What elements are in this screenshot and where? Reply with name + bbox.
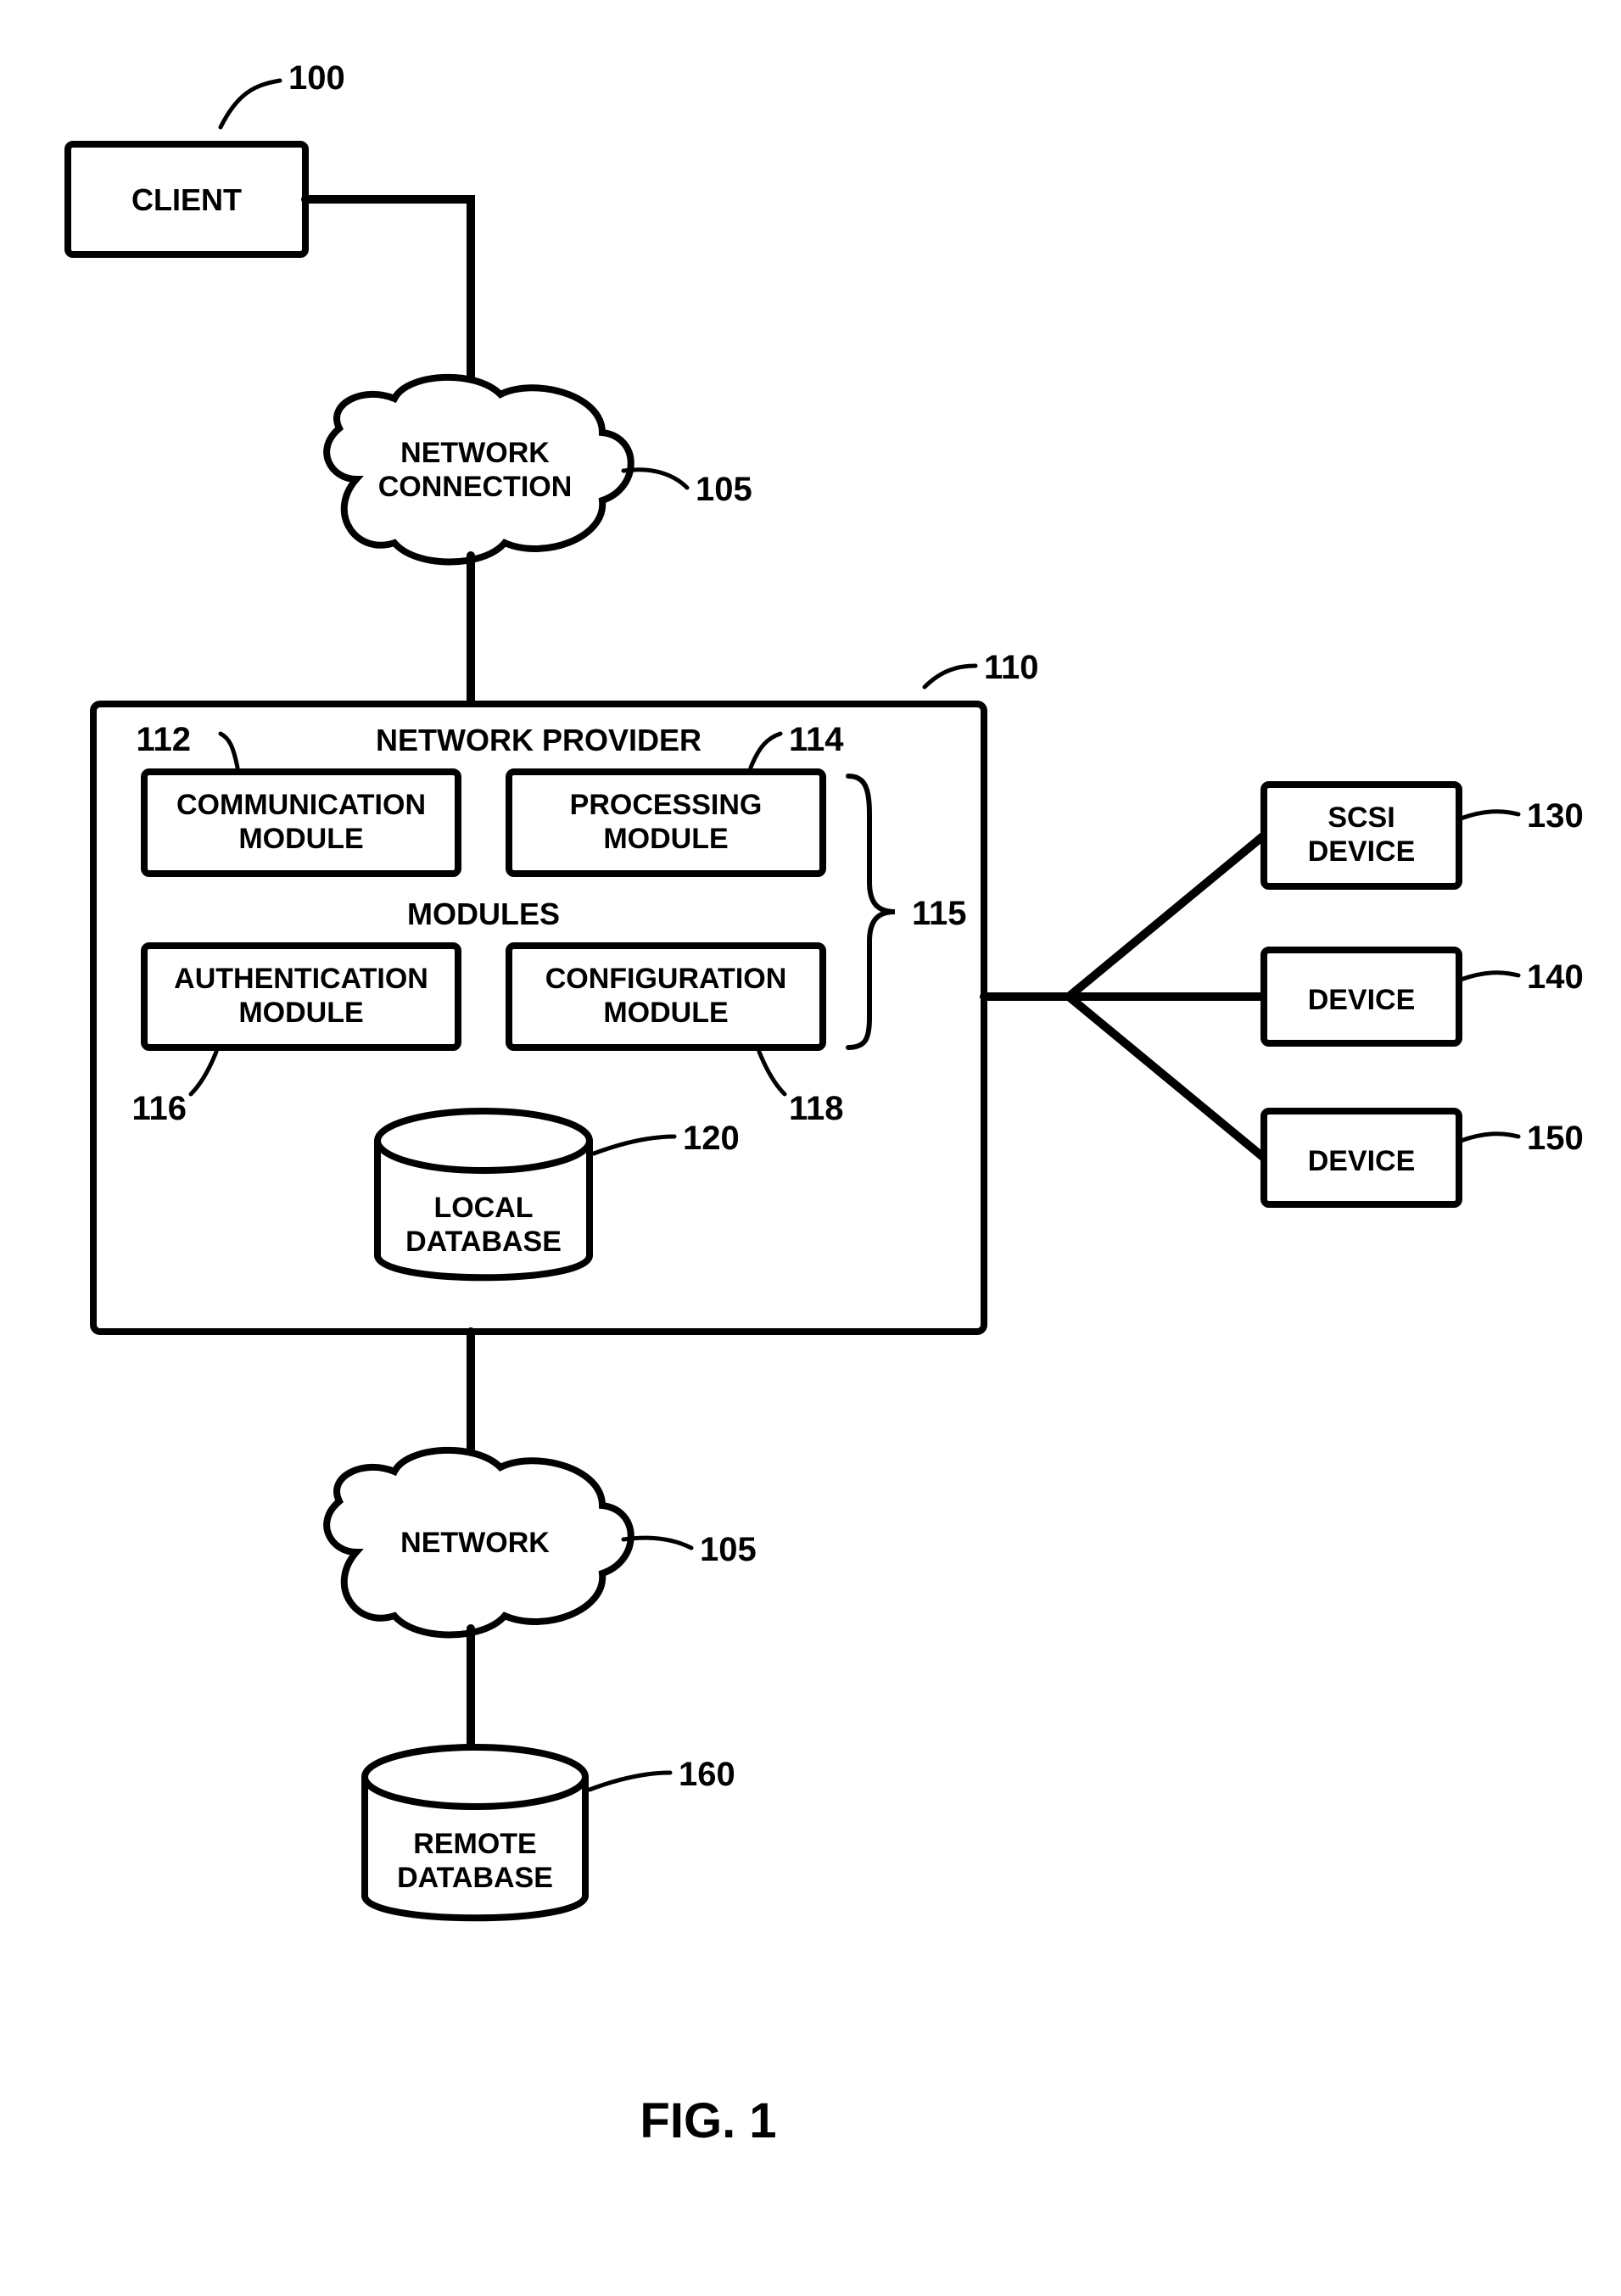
figure-label: FIG. 1 xyxy=(640,2093,776,2148)
remotedb-line1: REMOTE xyxy=(413,1828,536,1860)
comm-ref: 112 xyxy=(136,721,191,758)
proc-ref: 114 xyxy=(789,721,844,758)
device2-label: DEVICE xyxy=(1308,1145,1416,1177)
device1-leader xyxy=(1461,973,1518,980)
modules-ref: 115 xyxy=(912,895,967,932)
scsi-ref: 130 xyxy=(1527,797,1584,835)
client-ref: 100 xyxy=(288,59,345,97)
provider-ref: 110 xyxy=(984,649,1039,686)
scsi-leader xyxy=(1461,812,1518,818)
link-client-cloud xyxy=(305,199,471,399)
auth-ref: 116 xyxy=(131,1090,187,1127)
comm-module-line2: MODULE xyxy=(238,823,363,855)
cloud-bottom-ref: 105 xyxy=(700,1531,757,1568)
config-module-line2: MODULE xyxy=(603,997,728,1029)
diagram: CLIENT 100 NETWORK CONNECTION 105 NETWOR… xyxy=(0,0,1621,2296)
remotedb-leader xyxy=(590,1773,670,1790)
device2-leader xyxy=(1461,1134,1518,1141)
cloud-top-line2: CONNECTION xyxy=(378,471,573,503)
link-to-scsi xyxy=(984,835,1264,997)
localdb-line1: LOCAL xyxy=(433,1192,533,1224)
link-to-dev2 xyxy=(1069,997,1264,1158)
cloud-top-line1: NETWORK xyxy=(400,437,550,469)
cloud-bottom-label: NETWORK xyxy=(400,1527,550,1559)
device1-ref: 140 xyxy=(1527,958,1584,996)
auth-module-line1: AUTHENTICATION xyxy=(174,963,428,995)
cloud-top-ref: 105 xyxy=(696,471,752,508)
localdb-ref: 120 xyxy=(683,1120,740,1157)
client-leader xyxy=(221,81,280,127)
device2-ref: 150 xyxy=(1527,1120,1584,1157)
cloud-top xyxy=(327,377,631,562)
device1-label: DEVICE xyxy=(1308,984,1416,1016)
comm-module-line1: COMMUNICATION xyxy=(176,789,426,821)
remotedb-ref: 160 xyxy=(679,1756,735,1793)
proc-module-line2: MODULE xyxy=(603,823,728,855)
scsi-line2: DEVICE xyxy=(1308,835,1416,868)
config-module-line1: CONFIGURATION xyxy=(545,963,787,995)
client-label: CLIENT xyxy=(131,182,242,217)
config-ref: 118 xyxy=(789,1090,844,1127)
auth-module-line2: MODULE xyxy=(238,997,363,1029)
localdb-line2: DATABASE xyxy=(405,1226,562,1258)
provider-leader xyxy=(925,666,975,687)
scsi-line1: SCSI xyxy=(1328,802,1395,834)
provider-title: NETWORK PROVIDER xyxy=(376,723,702,757)
remotedb-line2: DATABASE xyxy=(397,1862,553,1894)
proc-module-line1: PROCESSING xyxy=(570,789,763,821)
modules-label: MODULES xyxy=(407,897,560,931)
